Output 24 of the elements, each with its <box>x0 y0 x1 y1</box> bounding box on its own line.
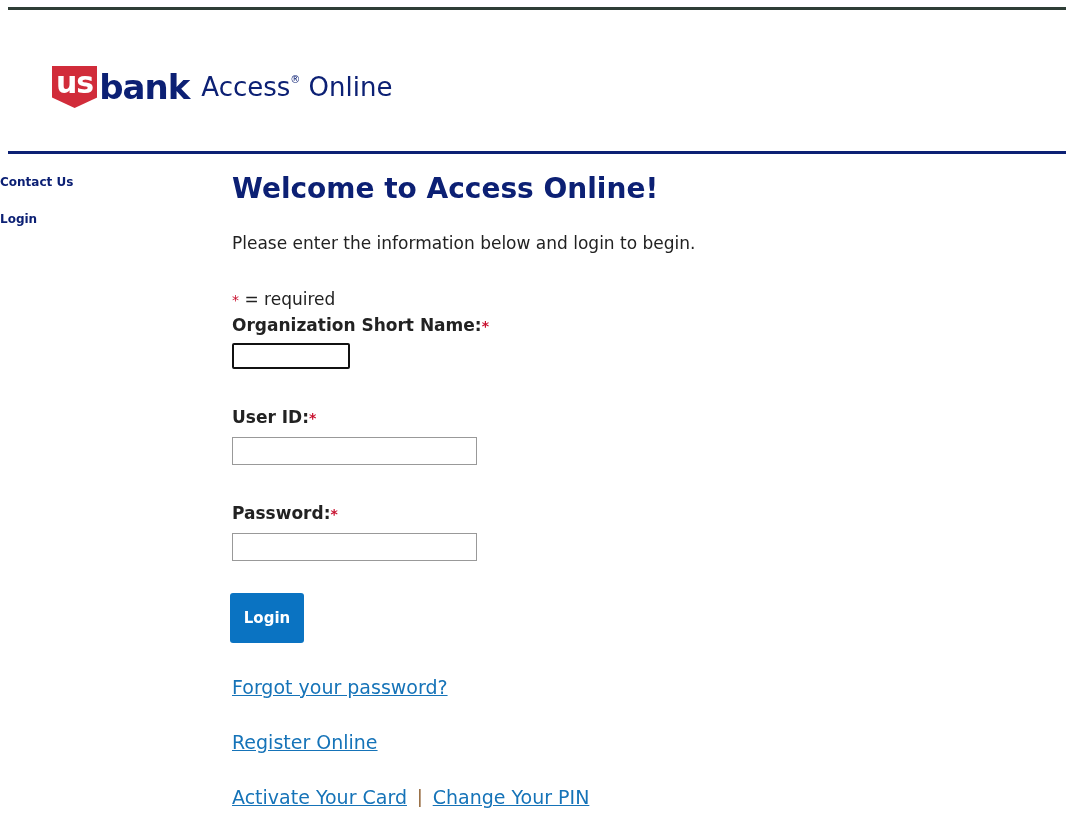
product-name: Access$^{®}$ Online <box>201 72 393 102</box>
field-label: Password: <box>232 503 331 523</box>
required-mark: * <box>309 410 317 426</box>
link-separator: | <box>416 787 423 807</box>
text-link[interactable]: Activate Your Card <box>232 786 407 808</box>
sidebar-link[interactable]: Login <box>0 212 232 226</box>
field-label: User ID: <box>232 407 309 427</box>
text-link[interactable]: Change Your PIN <box>432 786 590 808</box>
input-field[interactable] <box>232 533 477 561</box>
field-label: Organization Short Name: <box>232 315 482 335</box>
text-link[interactable]: Register Online <box>232 731 378 753</box>
text-link[interactable]: Forgot your password? <box>232 676 448 698</box>
sidebar-link[interactable]: Contact Us <box>0 175 232 189</box>
required-mark: * <box>481 318 489 334</box>
required-mark: * <box>232 292 239 308</box>
login-button[interactable]: Login <box>230 593 304 643</box>
logo-word: bank <box>99 70 190 104</box>
intro-text: Please enter the information below and login to begin. <box>232 233 696 253</box>
logo-mark: us <box>52 66 98 108</box>
input-field[interactable] <box>232 437 477 465</box>
required-note: = required <box>244 289 336 309</box>
required-mark: * <box>330 506 338 522</box>
page-title: Welcome to Access Online! <box>232 172 660 205</box>
input-field[interactable] <box>232 343 350 369</box>
